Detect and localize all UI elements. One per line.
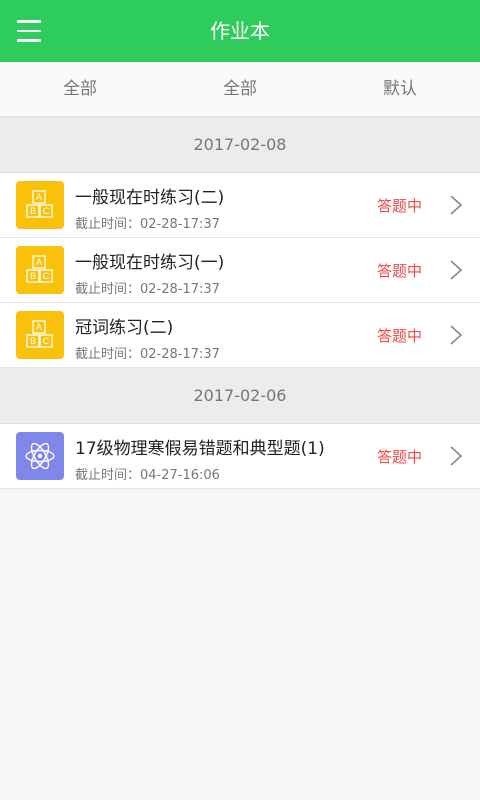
item-title: 一般现在时练习(一): [75, 253, 225, 273]
filter-sort[interactable]: 默认: [320, 62, 480, 116]
atom-icon: [16, 432, 64, 480]
svg-text:B: B: [30, 206, 36, 216]
svg-text:B: B: [30, 336, 36, 346]
item-title: 冠词练习(二): [75, 318, 174, 338]
homework-list: 2017-02-08 A B C 一般现在时练习(二) 截止时间：02-28-1…: [0, 117, 480, 489]
date-header: 2017-02-08: [0, 117, 480, 173]
status-badge: 答题中: [376, 197, 422, 215]
item-deadline: 截止时间：02-28-17:37: [75, 347, 220, 362]
svg-text:A: A: [36, 257, 42, 267]
filter-subject[interactable]: 全部: [0, 62, 160, 116]
page-title: 作业本: [210, 19, 270, 43]
item-deadline: 截止时间：04-27-16:06: [75, 468, 220, 483]
status-badge: 答题中: [376, 448, 422, 466]
svg-text:A: A: [36, 192, 42, 202]
hamburger-menu-icon[interactable]: [10, 12, 48, 50]
filter-bar: 全部 全部 默认: [0, 62, 480, 117]
list-item[interactable]: A B C 一般现在时练习(二) 截止时间：02-28-17:37 答题中: [0, 173, 480, 238]
svg-text:A: A: [36, 322, 42, 332]
chevron-right-icon: [450, 260, 463, 280]
svg-text:C: C: [43, 336, 50, 346]
filter-status[interactable]: 全部: [160, 62, 320, 116]
date-header: 2017-02-06: [0, 368, 480, 424]
svg-text:C: C: [43, 206, 50, 216]
chevron-right-icon: [450, 325, 463, 345]
abc-blocks-icon: A B C: [16, 246, 64, 294]
top-bar: 作业本: [0, 0, 480, 62]
chevron-right-icon: [450, 195, 463, 215]
chevron-right-icon: [450, 446, 463, 466]
item-deadline: 截止时间：02-28-17:37: [75, 217, 220, 232]
item-title: 一般现在时练习(二): [75, 188, 225, 208]
item-deadline: 截止时间：02-28-17:37: [75, 282, 220, 297]
list-item[interactable]: A B C 冠词练习(二) 截止时间：02-28-17:37 答题中: [0, 303, 480, 368]
list-item[interactable]: 17级物理寒假易错题和典型题(1) 截止时间：04-27-16:06 答题中: [0, 424, 480, 489]
list-item[interactable]: A B C 一般现在时练习(一) 截止时间：02-28-17:37 答题中: [0, 238, 480, 303]
svg-text:C: C: [43, 271, 50, 281]
abc-blocks-icon: A B C: [16, 311, 64, 359]
svg-text:B: B: [30, 271, 36, 281]
status-badge: 答题中: [376, 262, 422, 280]
abc-blocks-icon: A B C: [16, 181, 64, 229]
item-title: 17级物理寒假易错题和典型题(1): [75, 439, 325, 459]
status-badge: 答题中: [376, 327, 422, 345]
